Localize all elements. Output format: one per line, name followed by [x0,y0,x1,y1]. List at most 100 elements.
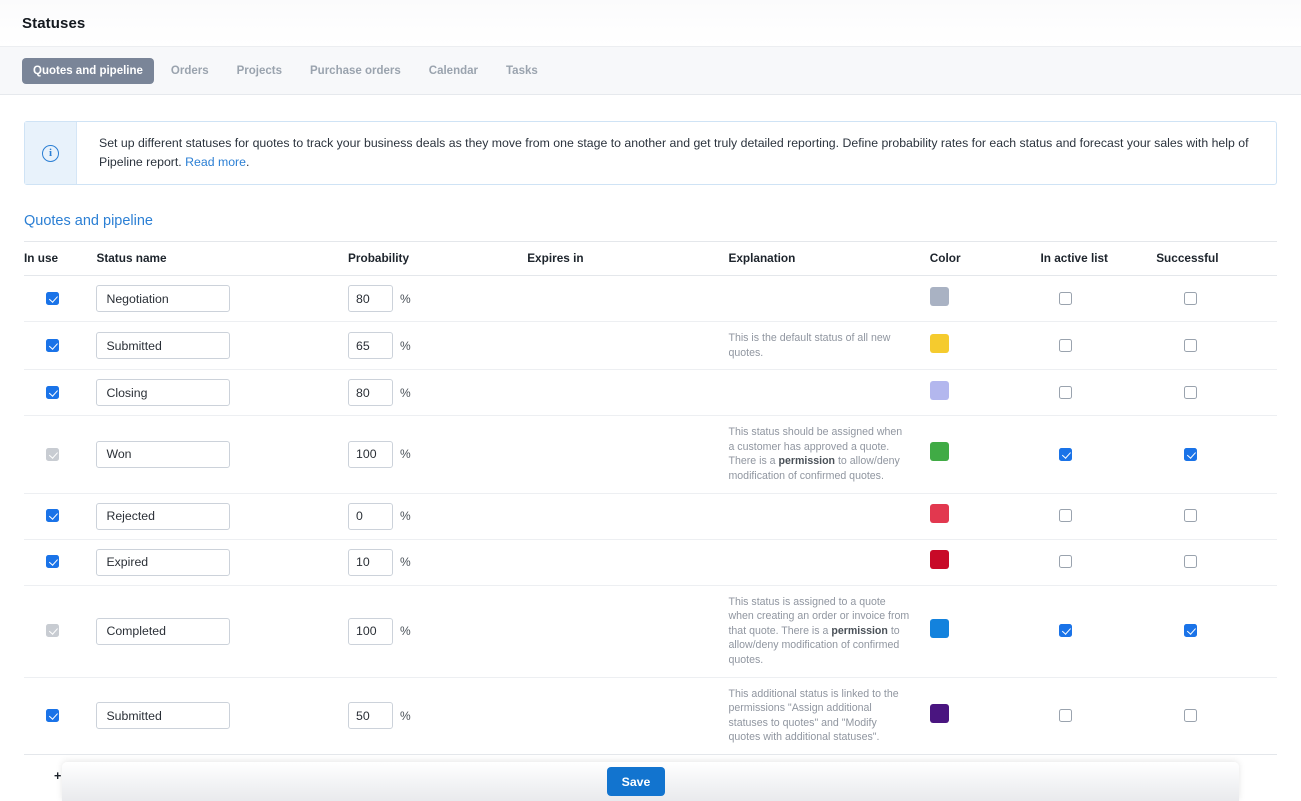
status-name-input[interactable] [96,379,231,407]
in-use-checkbox[interactable] [46,708,59,722]
cell-color [929,493,1041,540]
info-icon: i [42,144,59,162]
probability-input[interactable] [348,332,394,360]
probability-input[interactable] [348,502,394,530]
column-header-in-active-list: In active list [1040,241,1157,276]
in-active-list-checkbox[interactable] [1059,385,1073,399]
cell-expires-in [527,275,729,322]
successful-checkbox[interactable] [1184,338,1198,352]
successful-checkbox[interactable] [1184,291,1198,305]
cell-in-active-list [1040,493,1157,540]
table-row: % [24,275,1277,322]
read-more-link[interactable]: Read more [185,155,246,169]
in-active-list-checkbox[interactable] [1059,624,1073,638]
explanation-text: This additional status is linked to the … [728,687,910,745]
percent-label: % [400,555,411,570]
in-active-list-checkbox[interactable] [1059,555,1073,569]
percent-label: % [400,385,411,400]
status-name-input[interactable] [96,440,231,468]
cell-explanation: This status should be assigned when a cu… [728,415,930,494]
save-button[interactable]: Save [607,767,665,796]
tab-calendar[interactable]: Calendar [418,58,489,84]
color-swatch[interactable] [929,619,949,639]
in-active-list-checkbox[interactable] [1059,509,1073,523]
cell-color [929,415,1041,494]
explanation-emphasis: permission [831,624,888,637]
table-row: % This status is assigned to a quote when… [24,585,1277,678]
table-row: % [24,493,1277,540]
in-active-list-checkbox[interactable] [1059,338,1073,352]
in-use-checkbox[interactable] [46,385,59,399]
successful-checkbox[interactable] [1184,624,1198,638]
cell-explanation [728,493,930,540]
cell-in-use [24,275,97,322]
probability-input[interactable] [348,702,394,730]
tab-bar: Quotes and pipeline Orders Projects Purchas… [0,47,1301,95]
column-header-probability: Probability [348,241,528,276]
cell-probability: % [348,415,528,494]
status-name-input[interactable] [96,285,231,312]
color-swatch[interactable] [929,550,949,570]
percent-label: % [400,338,411,353]
probability-input[interactable] [348,548,394,576]
successful-checkbox[interactable] [1184,555,1198,569]
status-name-input[interactable] [96,332,231,360]
color-swatch[interactable] [929,442,949,462]
status-name-input[interactable] [96,548,231,576]
percent-label: % [400,624,411,639]
cell-expires-in [527,585,729,678]
color-swatch[interactable] [929,286,949,306]
tab-orders[interactable]: Orders [160,58,220,84]
cell-successful [1156,585,1277,678]
in-use-checkbox[interactable] [46,555,59,569]
in-use-checkbox[interactable] [46,509,59,523]
color-swatch[interactable] [929,703,949,723]
tab-projects[interactable]: Projects [226,58,293,84]
status-name-input[interactable] [96,502,231,530]
in-active-list-checkbox[interactable] [1059,447,1073,461]
probability-input[interactable] [348,379,394,407]
cell-probability: % [348,275,528,322]
explanation-emphasis: permission [778,455,836,468]
statuses-table-body: %% This is the default status of all new … [24,275,1277,755]
percent-label: % [400,509,411,524]
cell-probability: % [348,369,528,417]
cell-probability: % [348,677,528,755]
successful-checkbox[interactable] [1184,708,1198,722]
in-active-list-checkbox[interactable] [1059,291,1073,305]
color-swatch[interactable] [929,333,949,353]
info-banner-text: Set up different statuses for quotes to … [77,122,1276,184]
successful-checkbox[interactable] [1184,385,1198,399]
probability-input[interactable] [348,285,394,312]
color-swatch[interactable] [929,380,949,400]
status-name-input[interactable] [96,702,231,730]
in-use-checkbox [46,447,59,461]
probability-input[interactable] [348,440,394,468]
successful-checkbox[interactable] [1184,509,1198,523]
cell-in-use [24,493,97,540]
cell-in-use [24,585,97,678]
column-header-in-use: In use [24,241,97,276]
tab-quotes-and-pipeline[interactable]: Quotes and pipeline [22,57,154,84]
table-row: % [24,539,1277,586]
cell-successful [1156,677,1277,755]
cell-status-name [96,539,349,586]
status-name-input[interactable] [96,617,231,645]
info-banner: i Set up different statuses for quotes t… [24,121,1277,185]
cell-probability: % [348,321,528,371]
cell-expires-in [527,321,729,371]
column-header-successful: Successful [1156,241,1277,276]
in-use-checkbox[interactable] [46,291,59,305]
in-active-list-checkbox[interactable] [1059,708,1073,722]
tab-tasks[interactable]: Tasks [495,58,549,84]
cell-successful [1156,275,1277,322]
percent-label: % [400,708,411,723]
tab-purchase-orders[interactable]: Purchase orders [299,58,412,84]
cell-expires-in [527,369,729,417]
color-swatch[interactable] [929,504,949,524]
cell-color [929,369,1041,417]
probability-input[interactable] [348,617,394,645]
successful-checkbox[interactable] [1184,447,1198,461]
cell-successful [1156,369,1277,417]
in-use-checkbox[interactable] [46,338,59,352]
